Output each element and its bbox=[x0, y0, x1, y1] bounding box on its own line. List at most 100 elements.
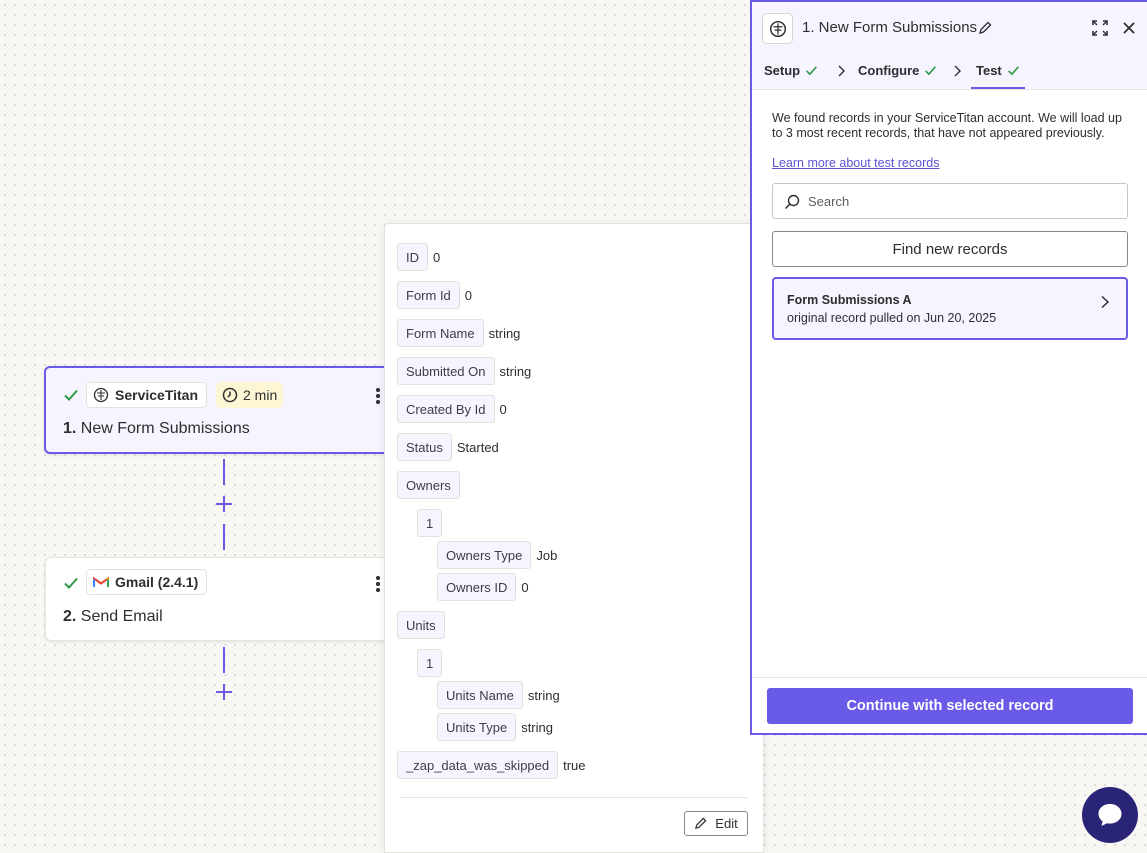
field-key: Form Id bbox=[397, 281, 460, 309]
close-icon[interactable] bbox=[1122, 21, 1136, 35]
expand-icon[interactable] bbox=[1092, 20, 1108, 36]
clock-icon bbox=[222, 387, 238, 403]
record-field: Owners ID 0 bbox=[437, 573, 529, 601]
record-field-group[interactable]: Units bbox=[397, 611, 445, 639]
servicetitan-logo-icon bbox=[769, 20, 786, 37]
record-field: Units Name string bbox=[437, 681, 560, 709]
field-key: Owners ID bbox=[437, 573, 517, 601]
step-card-new-form-submissions[interactable]: ServiceTitan 2 min 1. New Form Submissio… bbox=[44, 366, 404, 454]
panel-title[interactable]: 1. New Form Submissions bbox=[802, 19, 977, 36]
connector-line bbox=[223, 524, 225, 550]
field-key: Form Name bbox=[397, 319, 484, 347]
field-value: string bbox=[488, 325, 521, 341]
divider bbox=[400, 797, 748, 798]
record-field: ID 0 bbox=[397, 243, 440, 271]
record-field-group[interactable]: 1 bbox=[417, 509, 443, 537]
step-title: 2. Send Email bbox=[63, 608, 163, 626]
field-key: 1 bbox=[417, 509, 443, 537]
field-key: 1 bbox=[417, 649, 443, 677]
check-icon bbox=[1007, 66, 1019, 76]
edit-button[interactable]: Edit bbox=[684, 811, 748, 836]
field-key: Status bbox=[397, 433, 452, 461]
step-config-panel: 1. New Form Submissions Setup Configure … bbox=[750, 0, 1147, 735]
tab-label: Test bbox=[976, 63, 1002, 78]
field-key: ID bbox=[397, 243, 428, 271]
field-key: Created By Id bbox=[397, 395, 495, 423]
pencil-icon bbox=[695, 817, 707, 830]
step-name: New Form Submissions bbox=[80, 420, 250, 437]
step-menu-icon[interactable] bbox=[372, 386, 384, 406]
continue-button[interactable]: Continue with selected record bbox=[767, 688, 1133, 724]
record-field: Submitted On string bbox=[397, 357, 531, 385]
find-new-records-button[interactable]: Find new records bbox=[772, 231, 1128, 267]
search-field[interactable] bbox=[772, 183, 1128, 219]
field-key: Owners Type bbox=[437, 541, 532, 569]
rename-pencil-icon[interactable] bbox=[978, 21, 992, 35]
field-key: Units Name bbox=[437, 681, 523, 709]
field-key: _zap_data_was_skipped bbox=[397, 751, 559, 779]
field-value: 0 bbox=[521, 579, 529, 595]
record-field: Units Type string bbox=[437, 713, 553, 741]
servicetitan-logo-icon bbox=[93, 387, 109, 403]
learn-more-link[interactable]: Learn more about test records bbox=[772, 156, 939, 170]
check-icon bbox=[64, 389, 78, 401]
field-value: Started bbox=[456, 439, 499, 455]
record-subtitle: original record pulled on Jun 20, 2025 bbox=[787, 311, 997, 325]
step-menu-icon[interactable] bbox=[372, 574, 384, 594]
step-title: 1. New Form Submissions bbox=[63, 420, 250, 438]
field-value: 0 bbox=[433, 249, 441, 265]
chat-support-button[interactable] bbox=[1082, 787, 1138, 843]
servicetitan-app-icon bbox=[762, 13, 793, 44]
step-number: 1. bbox=[63, 420, 77, 437]
field-value: string bbox=[521, 719, 553, 735]
field-value: true bbox=[563, 757, 586, 773]
add-step-plus-icon[interactable] bbox=[215, 495, 233, 513]
check-icon bbox=[925, 66, 937, 76]
record-field: Created By Id 0 bbox=[397, 395, 507, 423]
field-value: string bbox=[499, 363, 532, 379]
field-key: Owners bbox=[397, 471, 460, 499]
check-icon bbox=[806, 66, 818, 76]
field-value: Job bbox=[536, 547, 558, 563]
tab-configure[interactable]: Configure bbox=[858, 63, 937, 78]
field-value: string bbox=[527, 687, 560, 703]
field-value: 0 bbox=[464, 287, 473, 303]
chevron-right-icon bbox=[838, 65, 845, 77]
record-field: Owners Type Job bbox=[437, 541, 557, 569]
tab-label: Configure bbox=[858, 63, 920, 78]
field-key: Units Type bbox=[437, 713, 517, 741]
add-step-plus-icon[interactable] bbox=[215, 683, 233, 701]
check-icon bbox=[64, 577, 78, 589]
app-chip-gmail: Gmail (2.4.1) bbox=[86, 569, 208, 595]
chevron-right-icon bbox=[1101, 295, 1110, 309]
tab-setup[interactable]: Setup bbox=[764, 63, 818, 78]
field-value: 0 bbox=[499, 401, 507, 417]
app-name: Gmail (2.4.1) bbox=[115, 574, 199, 590]
record-title: Form Submissions A bbox=[787, 293, 912, 307]
record-field: _zap_data_was_skipped true bbox=[397, 751, 586, 779]
polling-time: 2 min bbox=[243, 387, 278, 403]
record-field-group[interactable]: 1 bbox=[417, 649, 443, 677]
test-intro-text: We found records in your ServiceTitan ac… bbox=[772, 111, 1122, 140]
active-tab-indicator bbox=[971, 87, 1025, 89]
record-field: Form Name string bbox=[397, 319, 520, 347]
app-chip-servicetitan: ServiceTitan bbox=[86, 382, 208, 408]
field-key: Submitted On bbox=[397, 357, 495, 385]
connector-line bbox=[223, 647, 225, 673]
step-card-send-email[interactable]: Gmail (2.4.1) 2. Send Email bbox=[45, 557, 405, 641]
polling-time-badge: 2 min bbox=[216, 382, 284, 408]
edit-label: Edit bbox=[715, 816, 738, 831]
divider bbox=[752, 677, 1147, 678]
record-card[interactable]: Form Submissions A original record pulle… bbox=[772, 277, 1128, 340]
panel-header: 1. New Form Submissions bbox=[752, 0, 1147, 52]
chat-bubble-icon bbox=[1098, 804, 1122, 826]
tab-label: Setup bbox=[764, 63, 801, 78]
step-number: 2. bbox=[63, 608, 77, 625]
gmail-logo-icon bbox=[93, 576, 109, 587]
record-details-popover: ID 0 Form Id 0 Form Name string Submitte… bbox=[384, 223, 764, 853]
search-input[interactable] bbox=[808, 185, 1118, 217]
tab-test[interactable]: Test bbox=[976, 63, 1020, 78]
record-field: Status Started bbox=[397, 433, 499, 461]
record-field-group[interactable]: Owners bbox=[397, 471, 460, 499]
record-field: Form Id 0 bbox=[397, 281, 472, 309]
